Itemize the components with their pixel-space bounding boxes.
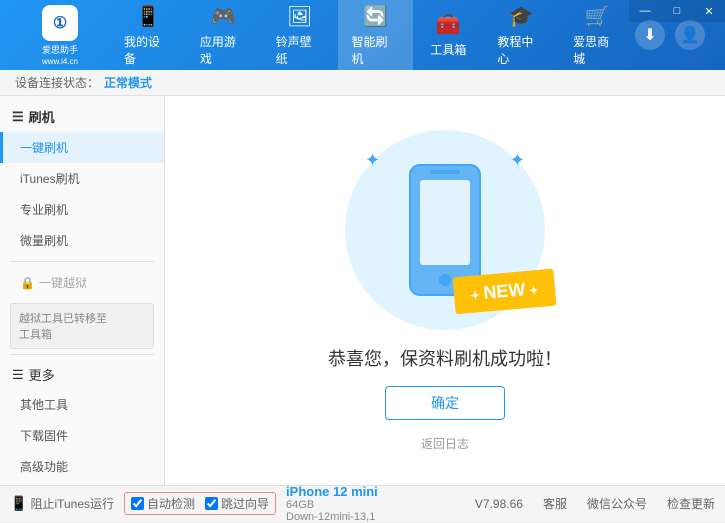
sidebar-micro-flash[interactable]: 微量刷机 — [0, 225, 164, 256]
nav-store-label: 爱思商城 — [573, 33, 621, 67]
main-layout: ☰ 刷机 一键刷机 iTunes刷机 专业刷机 微量刷机 🔒 一键越狱 越狱工具… — [0, 96, 725, 485]
flash-section-icon: ☰ — [12, 109, 24, 125]
header: ① 爱思助手www.i4.cn 📱 我的设备 🎮 应用游戏 🖼 铃声壁纸 🔄 智… — [0, 0, 725, 70]
more-section-title: ☰ 更多 — [0, 360, 164, 389]
flash-section-title: ☰ 刷机 — [0, 101, 164, 132]
more-section-icon: ☰ — [12, 367, 24, 383]
nav-smart-flash-label: 智能刷机 — [352, 33, 400, 67]
confirm-button[interactable]: 确定 — [385, 386, 505, 420]
wallpaper-icon: 🖼 — [287, 4, 312, 29]
minimize-button[interactable]: — — [629, 0, 661, 22]
download-button[interactable]: ⬇ — [635, 20, 665, 50]
store-icon: 🛒 — [585, 4, 610, 29]
auto-check-label: 自动检测 — [147, 495, 195, 512]
auto-check-item[interactable]: 自动检测 — [131, 495, 195, 512]
sparkle-top-left: ✦ — [365, 150, 380, 171]
nav-tutorial-label: 教程中心 — [497, 33, 545, 67]
my-device-icon: 📱 — [135, 4, 160, 29]
nav-wallpaper-label: 铃声壁纸 — [276, 33, 324, 67]
nav-my-device-label: 我的设备 — [124, 33, 172, 67]
bottom-right: V7.98.66 客服 微信公众号 检查更新 — [475, 495, 715, 512]
new-badge: NEW — [453, 268, 557, 314]
nav-apps[interactable]: 🎮 应用游戏 — [186, 0, 262, 70]
stop-itunes-label: 阻止iTunes运行 — [30, 495, 114, 512]
sidebar-advanced[interactable]: 高级功能 — [0, 451, 164, 482]
nav-toolbox-label: 工具箱 — [430, 41, 466, 58]
device-model: Down-12mini-13,1 — [286, 511, 378, 523]
guide-check-checkbox[interactable] — [205, 497, 218, 510]
nav-toolbox[interactable]: 🧰 工具箱 — [413, 0, 483, 70]
status-prefix: 设备连接状态： — [15, 74, 99, 91]
device-name: iPhone 12 mini — [286, 484, 378, 499]
lock-icon: 🔒 — [20, 276, 35, 290]
back-link[interactable]: 返回日志 — [421, 435, 469, 452]
sidebar-one-key-flash[interactable]: 一键刷机 — [0, 132, 164, 163]
logo-text: 爱思助手www.i4.cn — [42, 43, 78, 66]
success-area: ✦ ✦ NEW 恭喜您，保资料刷机成功啦！ 确定 返回日志 — [328, 130, 562, 452]
toolbox-icon: 🧰 — [436, 12, 461, 37]
maximize-button[interactable]: □ — [661, 0, 693, 22]
user-button[interactable]: 👤 — [675, 20, 705, 50]
sidebar-one-key-jailbreak: 🔒 一键越狱 — [0, 267, 164, 298]
nav-smart-flash[interactable]: 🔄 智能刷机 — [338, 0, 414, 70]
checkbox-area: 自动检测 跳过向导 — [124, 492, 276, 515]
sidebar-other-tools[interactable]: 其他工具 — [0, 389, 164, 420]
wechat-link[interactable]: 微信公众号 — [587, 495, 647, 512]
version-label: V7.98.66 — [475, 497, 523, 511]
phone-illustration: ✦ ✦ NEW — [345, 130, 545, 330]
main-content: ✦ ✦ NEW 恭喜您，保资料刷机成功啦！ 确定 返回日志 — [165, 96, 725, 485]
sidebar: ☰ 刷机 一键刷机 iTunes刷机 专业刷机 微量刷机 🔒 一键越狱 越狱工具… — [0, 96, 165, 485]
logo-icon: ① — [42, 5, 78, 41]
more-section-label: 更多 — [29, 365, 55, 384]
close-button[interactable]: ✕ — [693, 0, 725, 22]
bottom-bar: 📱 阻止iTunes运行 自动检测 跳过向导 iPhone 12 mini 64… — [0, 485, 725, 521]
device-info: iPhone 12 mini 64GB Down-12mini-13,1 — [286, 484, 378, 523]
sidebar-download-firmware[interactable]: 下载固件 — [0, 420, 164, 451]
status-bar: 设备连接状态： 正常模式 — [0, 70, 725, 96]
status-value: 正常模式 — [104, 74, 152, 91]
no-itunes-area: 📱 阻止iTunes运行 — [10, 495, 114, 512]
window-controls: — □ ✕ — [629, 0, 725, 22]
nav-tutorial[interactable]: 🎓 教程中心 — [483, 0, 559, 70]
success-text: 恭喜您，保资料刷机成功啦！ — [328, 345, 562, 371]
sidebar-divider-2 — [10, 354, 154, 355]
guide-check-label: 跳过向导 — [221, 495, 269, 512]
apps-icon: 🎮 — [211, 4, 236, 29]
nav-apps-label: 应用游戏 — [200, 33, 248, 67]
sidebar-pro-flash[interactable]: 专业刷机 — [0, 194, 164, 225]
sidebar-itunes-flash[interactable]: iTunes刷机 — [0, 163, 164, 194]
check-update-link[interactable]: 检查更新 — [667, 495, 715, 512]
smart-flash-icon: 🔄 — [363, 4, 388, 29]
auto-check-checkbox[interactable] — [131, 497, 144, 510]
nav-my-device[interactable]: 📱 我的设备 — [110, 0, 186, 70]
tutorial-icon: 🎓 — [509, 4, 534, 29]
sidebar-jailbreak-notice: 越狱工具已转移至工具箱 — [10, 303, 154, 349]
logo: ① 爱思助手www.i4.cn — [10, 5, 110, 66]
phone-small-icon: 📱 — [10, 495, 27, 512]
nav-store[interactable]: 🛒 爱思商城 — [559, 0, 635, 70]
nav-wallpaper[interactable]: 🖼 铃声壁纸 — [262, 0, 338, 70]
device-storage: 64GB — [286, 499, 378, 511]
nav-bar: 📱 我的设备 🎮 应用游戏 🖼 铃声壁纸 🔄 智能刷机 🧰 工具箱 🎓 — [110, 0, 635, 70]
service-link[interactable]: 客服 — [543, 495, 567, 512]
header-right: ⬇ 👤 — [635, 20, 705, 50]
flash-section-label: 刷机 — [29, 107, 55, 126]
sidebar-divider-1 — [10, 261, 154, 262]
phone-bg-circle: ✦ ✦ NEW — [345, 130, 545, 330]
guide-check-item[interactable]: 跳过向导 — [205, 495, 269, 512]
sparkle-top-right: ✦ — [510, 150, 525, 171]
